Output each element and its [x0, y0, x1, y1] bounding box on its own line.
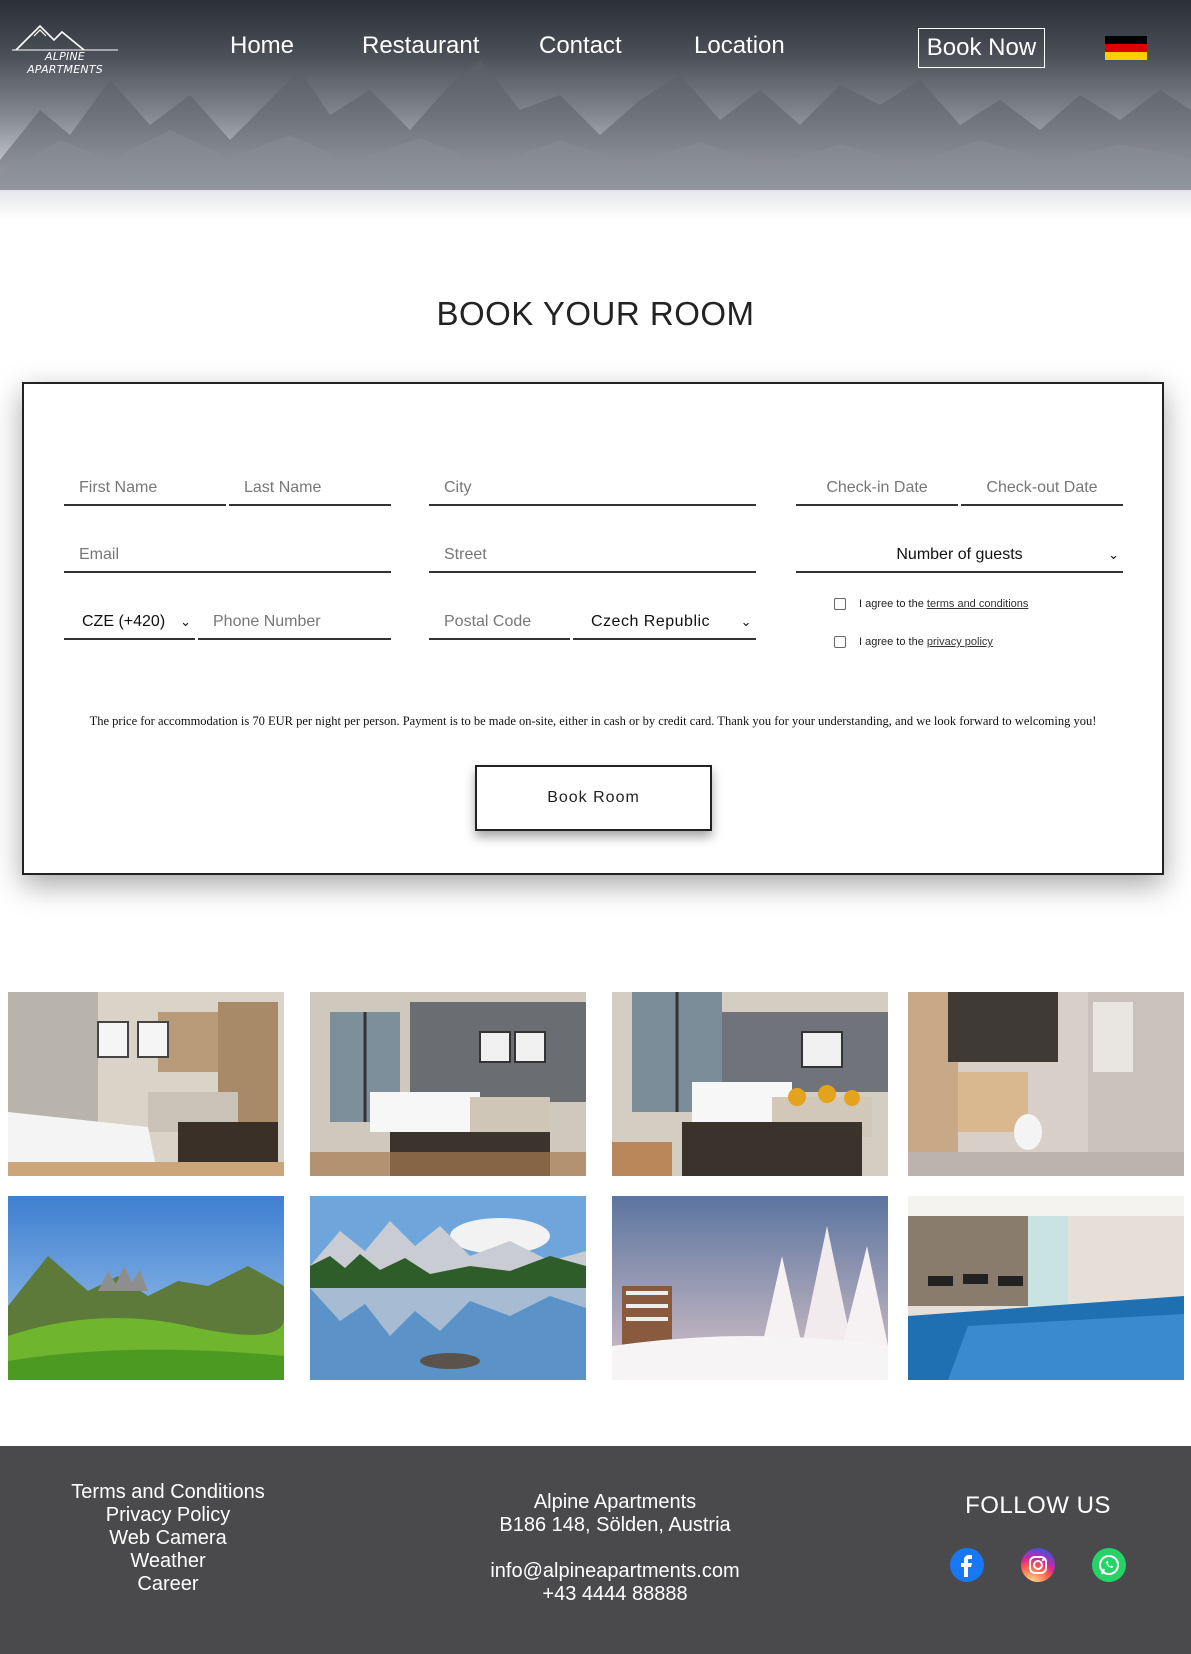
privacy-agreement-label: I agree to the: [859, 636, 927, 648]
book-now-button[interactable]: Book Now: [918, 28, 1045, 68]
terms-link[interactable]: terms and conditions: [927, 598, 1029, 610]
footer-contact: Alpine Apartments B186 148, Sölden, Aust…: [440, 1491, 790, 1606]
indoor-pool-photo[interactable]: [908, 1196, 1184, 1380]
postal-code-field[interactable]: Postal Code: [429, 610, 570, 640]
company-name: Alpine Apartments: [533, 1491, 697, 1513]
privacy-link[interactable]: privacy policy: [927, 636, 993, 648]
contact-phone[interactable]: +43 4444 88888: [440, 1583, 790, 1606]
country-select[interactable]: Czech Republic ⌄: [573, 610, 756, 640]
company-address: B186 148, Sölden, Austria: [499, 1514, 731, 1536]
guests-select[interactable]: Number of guests ⌄: [796, 543, 1123, 573]
facebook-icon[interactable]: [950, 1548, 984, 1582]
alpine-valley-photo[interactable]: [8, 1196, 284, 1380]
checkin-date-field[interactable]: Check-in Date: [796, 476, 958, 506]
footer-links: Terms and Conditions Privacy Policy Web …: [48, 1481, 288, 1596]
chevron-down-icon: ⌄: [1108, 547, 1119, 562]
nav-contact[interactable]: Contact: [539, 32, 622, 60]
checkout-date-field[interactable]: Check-out Date: [961, 476, 1123, 506]
nav-location[interactable]: Location: [694, 32, 785, 60]
price-note: The price for accommodation is 70 EUR pe…: [89, 714, 1097, 728]
city-field[interactable]: City: [429, 476, 756, 506]
mountain-lake-photo[interactable]: [310, 1196, 586, 1380]
terms-checkbox[interactable]: [834, 598, 846, 610]
privacy-checkbox[interactable]: [834, 636, 846, 648]
book-room-button[interactable]: Book Room: [475, 765, 712, 831]
chevron-down-icon: ⌄: [740, 614, 752, 629]
bathroom-photo[interactable]: [908, 992, 1184, 1176]
nav-home[interactable]: Home: [230, 32, 294, 60]
winter-hotel-photo[interactable]: [612, 1196, 888, 1380]
footer-link-webcam[interactable]: Web Camera: [48, 1527, 288, 1550]
phone-number-field[interactable]: Phone Number: [198, 610, 391, 640]
footer-link-career[interactable]: Career: [48, 1573, 288, 1596]
guests-select-value: Number of guests: [896, 546, 1023, 563]
footer-link-privacy[interactable]: Privacy Policy: [48, 1504, 288, 1527]
first-name-field[interactable]: First Name: [64, 476, 226, 506]
contact-email[interactable]: info@alpineapartments.com: [440, 1560, 790, 1583]
whatsapp-icon[interactable]: [1092, 1548, 1126, 1582]
mountain-logo-icon: [12, 24, 118, 51]
instagram-icon[interactable]: [1021, 1548, 1055, 1582]
site-footer: Terms and Conditions Privacy Policy Web …: [0, 1446, 1191, 1654]
page-title: BOOK YOUR ROOM: [436, 295, 755, 332]
country-select-value: Czech Republic: [591, 613, 711, 630]
footer-link-weather[interactable]: Weather: [48, 1550, 288, 1573]
last-name-field[interactable]: Last Name: [229, 476, 391, 506]
booking-form: First Name Last Name City Check-in Date …: [22, 382, 1164, 875]
bedroom-photo[interactable]: [310, 992, 586, 1176]
terms-agreement-label: I agree to the: [859, 598, 927, 610]
suite-photo[interactable]: [612, 992, 888, 1176]
email-field[interactable]: Email: [64, 543, 391, 573]
chevron-down-icon: ⌄: [180, 614, 191, 629]
phone-code-select[interactable]: CZE (+420) ⌄: [64, 610, 195, 640]
header-hero: ALPINE APARTMENTS Home Restaurant Contac…: [0, 0, 1191, 220]
living-room-photo[interactable]: [8, 992, 284, 1176]
alpine-apartments-logo[interactable]: ALPINE APARTMENTS: [10, 22, 120, 76]
footer-link-terms[interactable]: Terms and Conditions: [48, 1481, 288, 1504]
follow-us-title: FOLLOW US: [965, 1492, 1111, 1519]
german-flag-icon[interactable]: [1105, 36, 1147, 60]
street-field[interactable]: Street: [429, 543, 756, 573]
nav-restaurant[interactable]: Restaurant: [362, 32, 479, 60]
phone-code-value: CZE (+420): [82, 613, 166, 630]
logo-text: ALPINE APARTMENTS: [27, 50, 103, 76]
